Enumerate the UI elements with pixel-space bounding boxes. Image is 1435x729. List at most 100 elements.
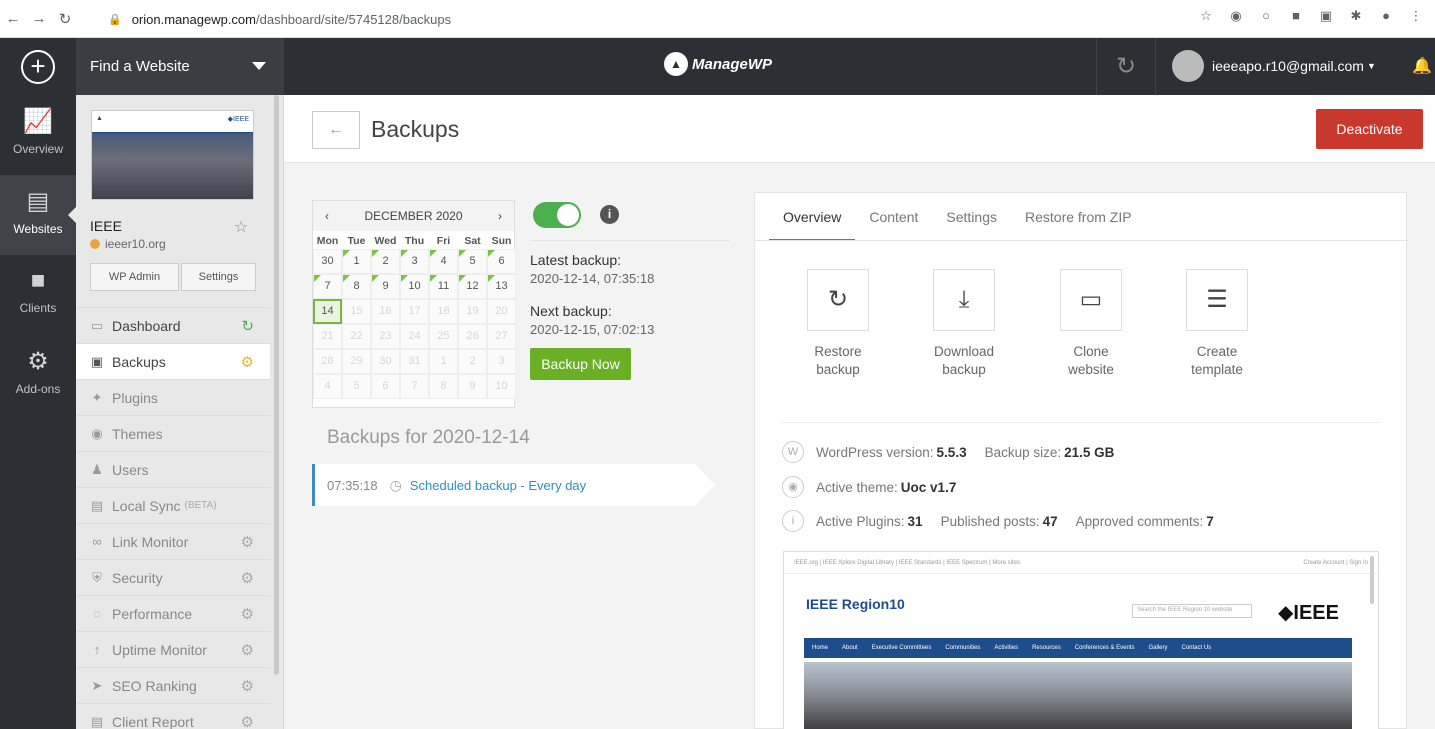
reload-icon[interactable]: ↻ xyxy=(52,10,78,28)
calendar-day[interactable]: 20 xyxy=(487,299,516,324)
calendar-day[interactable]: 8 xyxy=(429,374,458,399)
rail-item-clients[interactable]: ■ Clients xyxy=(0,255,76,335)
calendar-day[interactable]: 19 xyxy=(458,299,487,324)
rail-item-overview[interactable]: 📈 Overview xyxy=(0,95,76,175)
calendar-day[interactable]: 30 xyxy=(371,349,400,374)
calendar-day[interactable]: 1 xyxy=(342,249,371,274)
gear-icon[interactable]: ⚙ xyxy=(241,353,254,371)
calendar-day[interactable]: 17 xyxy=(400,299,429,324)
calendar-day[interactable]: 10 xyxy=(487,374,516,399)
backup-type-link[interactable]: Scheduled backup - Every day xyxy=(410,478,586,493)
panel-scrollbar[interactable] xyxy=(274,95,279,675)
address-bar[interactable]: 🔒 orion.managewp.com/dashboard/site/5745… xyxy=(108,6,1188,32)
back-arrow-icon[interactable]: ← xyxy=(0,10,26,27)
prev-month-icon[interactable]: ‹ xyxy=(325,209,329,223)
calendar-day[interactable]: 11 xyxy=(429,274,458,299)
gear-icon[interactable]: ⚙ xyxy=(241,641,254,659)
tab-settings[interactable]: Settings xyxy=(932,193,1011,241)
user-menu[interactable]: ieeeapo.r10@gmail.com ▼ xyxy=(1172,50,1376,82)
menu-item-client-report[interactable]: ▤ Client Report ⚙ xyxy=(76,703,270,729)
calendar-day[interactable]: 3 xyxy=(487,349,516,374)
rail-item-websites[interactable]: ▤ Websites xyxy=(0,175,76,255)
calendar-day[interactable]: 15 xyxy=(342,299,371,324)
wp-admin-button[interactable]: WP Admin xyxy=(90,263,179,291)
menu-item-backups[interactable]: ▣ Backups ⚙ xyxy=(76,343,270,379)
menu-item-users[interactable]: ♟ Users xyxy=(76,451,270,487)
gear-icon[interactable]: ⚙ xyxy=(241,533,254,551)
calendar-day[interactable]: 28 xyxy=(313,349,342,374)
calendar-day[interactable]: 5 xyxy=(458,249,487,274)
menu-item-security[interactable]: ⛨ Security ⚙ xyxy=(76,559,270,595)
gear-icon[interactable]: ⚙ xyxy=(241,569,254,587)
calendar-day[interactable]: 10 xyxy=(400,274,429,299)
profile-avatar-icon[interactable]: ● xyxy=(1377,8,1395,24)
info-icon[interactable]: i xyxy=(600,205,619,224)
calendar-day[interactable]: 9 xyxy=(458,374,487,399)
calendar-day[interactable]: 14 xyxy=(313,299,342,324)
calendar-day[interactable]: 18 xyxy=(429,299,458,324)
tab-restore-from-zip[interactable]: Restore from ZIP xyxy=(1011,193,1146,241)
menu-item-performance[interactable]: ◌ Performance ⚙ xyxy=(76,595,270,631)
menu-item-themes[interactable]: ◉ Themes xyxy=(76,415,270,451)
site-settings-button[interactable]: Settings xyxy=(181,263,256,291)
calendar-day[interactable]: 2 xyxy=(458,349,487,374)
calendar-day[interactable]: 22 xyxy=(342,324,371,349)
calendar-day[interactable]: 12 xyxy=(458,274,487,299)
gear-icon[interactable]: ⚙ xyxy=(241,713,254,729)
calendar-day[interactable]: 24 xyxy=(400,324,429,349)
tab-content[interactable]: Content xyxy=(855,193,932,241)
calendar-day[interactable]: 21 xyxy=(313,324,342,349)
calendar-day[interactable]: 5 xyxy=(342,374,371,399)
site-thumbnail[interactable]: ▲ ◆IEEE xyxy=(91,110,254,200)
backup-list-item[interactable]: 07:35:18 ◷ Scheduled backup - Every day xyxy=(312,464,715,506)
extension-icon[interactable]: ■ xyxy=(1287,8,1305,24)
forward-arrow-icon[interactable]: → xyxy=(26,10,52,27)
calendar-day[interactable]: 7 xyxy=(313,274,342,299)
calendar-day[interactable]: 6 xyxy=(371,374,400,399)
menu-item-uptime-monitor[interactable]: ↑ Uptime Monitor ⚙ xyxy=(76,631,270,667)
tab-overview[interactable]: Overview xyxy=(769,193,856,241)
brand-logo[interactable]: ▲ ManageWP xyxy=(664,52,772,76)
extension-icon[interactable]: ◉ xyxy=(1227,8,1245,24)
backup-now-button[interactable]: Backup Now xyxy=(530,348,631,380)
menu-item-link-monitor[interactable]: ∞ Link Monitor ⚙ xyxy=(76,523,270,559)
clone-website-action[interactable]: ▭ Clone website xyxy=(1041,269,1141,379)
bookmark-star-icon[interactable]: ☆ xyxy=(1197,8,1215,24)
calendar-day[interactable]: 26 xyxy=(458,324,487,349)
gear-icon[interactable]: ⚙ xyxy=(241,677,254,695)
menu-item-seo-ranking[interactable]: ➤ SEO Ranking ⚙ xyxy=(76,667,270,703)
create-template-action[interactable]: ☰ Create template xyxy=(1167,269,1267,379)
gear-icon[interactable]: ⚙ xyxy=(241,605,254,623)
calendar-day[interactable]: 6 xyxy=(487,249,516,274)
site-preview[interactable]: IEEE.org | IEEE Xplore Digital Library |… xyxy=(783,551,1379,729)
calendar-day[interactable]: 29 xyxy=(342,349,371,374)
download-backup-action[interactable]: ⤓ Download backup xyxy=(914,269,1014,379)
find-website-dropdown[interactable]: Find a Website xyxy=(76,38,284,95)
puzzle-icon[interactable]: ✱ xyxy=(1347,8,1365,24)
rail-item-addons[interactable]: ⚙ Add-ons xyxy=(0,335,76,415)
calendar-day[interactable]: 16 xyxy=(371,299,400,324)
next-month-icon[interactable]: › xyxy=(498,209,502,223)
sync-icon[interactable]: ↻ xyxy=(1096,38,1156,95)
deactivate-button[interactable]: Deactivate xyxy=(1316,109,1423,149)
restore-backup-action[interactable]: ↻ Restore backup xyxy=(788,269,888,379)
extension-icon[interactable]: ▣ xyxy=(1317,8,1335,24)
auto-backup-toggle[interactable] xyxy=(533,202,581,228)
refresh-icon[interactable]: ↻ xyxy=(241,317,254,335)
calendar-day[interactable]: 4 xyxy=(313,374,342,399)
menu-item-plugins[interactable]: ✦ Plugins xyxy=(76,379,270,415)
bell-icon[interactable]: 🔔 xyxy=(1412,56,1432,76)
calendar-day[interactable]: 31 xyxy=(400,349,429,374)
calendar-day[interactable]: 25 xyxy=(429,324,458,349)
menu-item-dashboard[interactable]: ▭ Dashboard ↻ xyxy=(76,307,270,343)
calendar-day[interactable]: 13 xyxy=(487,274,516,299)
kebab-menu-icon[interactable]: ⋮ xyxy=(1407,8,1425,24)
back-button[interactable]: ← xyxy=(312,111,360,149)
calendar-day[interactable]: 7 xyxy=(400,374,429,399)
calendar-day[interactable]: 8 xyxy=(342,274,371,299)
add-website-button[interactable]: + xyxy=(0,38,76,95)
calendar-day[interactable]: 4 xyxy=(429,249,458,274)
calendar-day[interactable]: 3 xyxy=(400,249,429,274)
extension-icon[interactable]: ○ xyxy=(1257,8,1275,24)
calendar-day[interactable]: 23 xyxy=(371,324,400,349)
